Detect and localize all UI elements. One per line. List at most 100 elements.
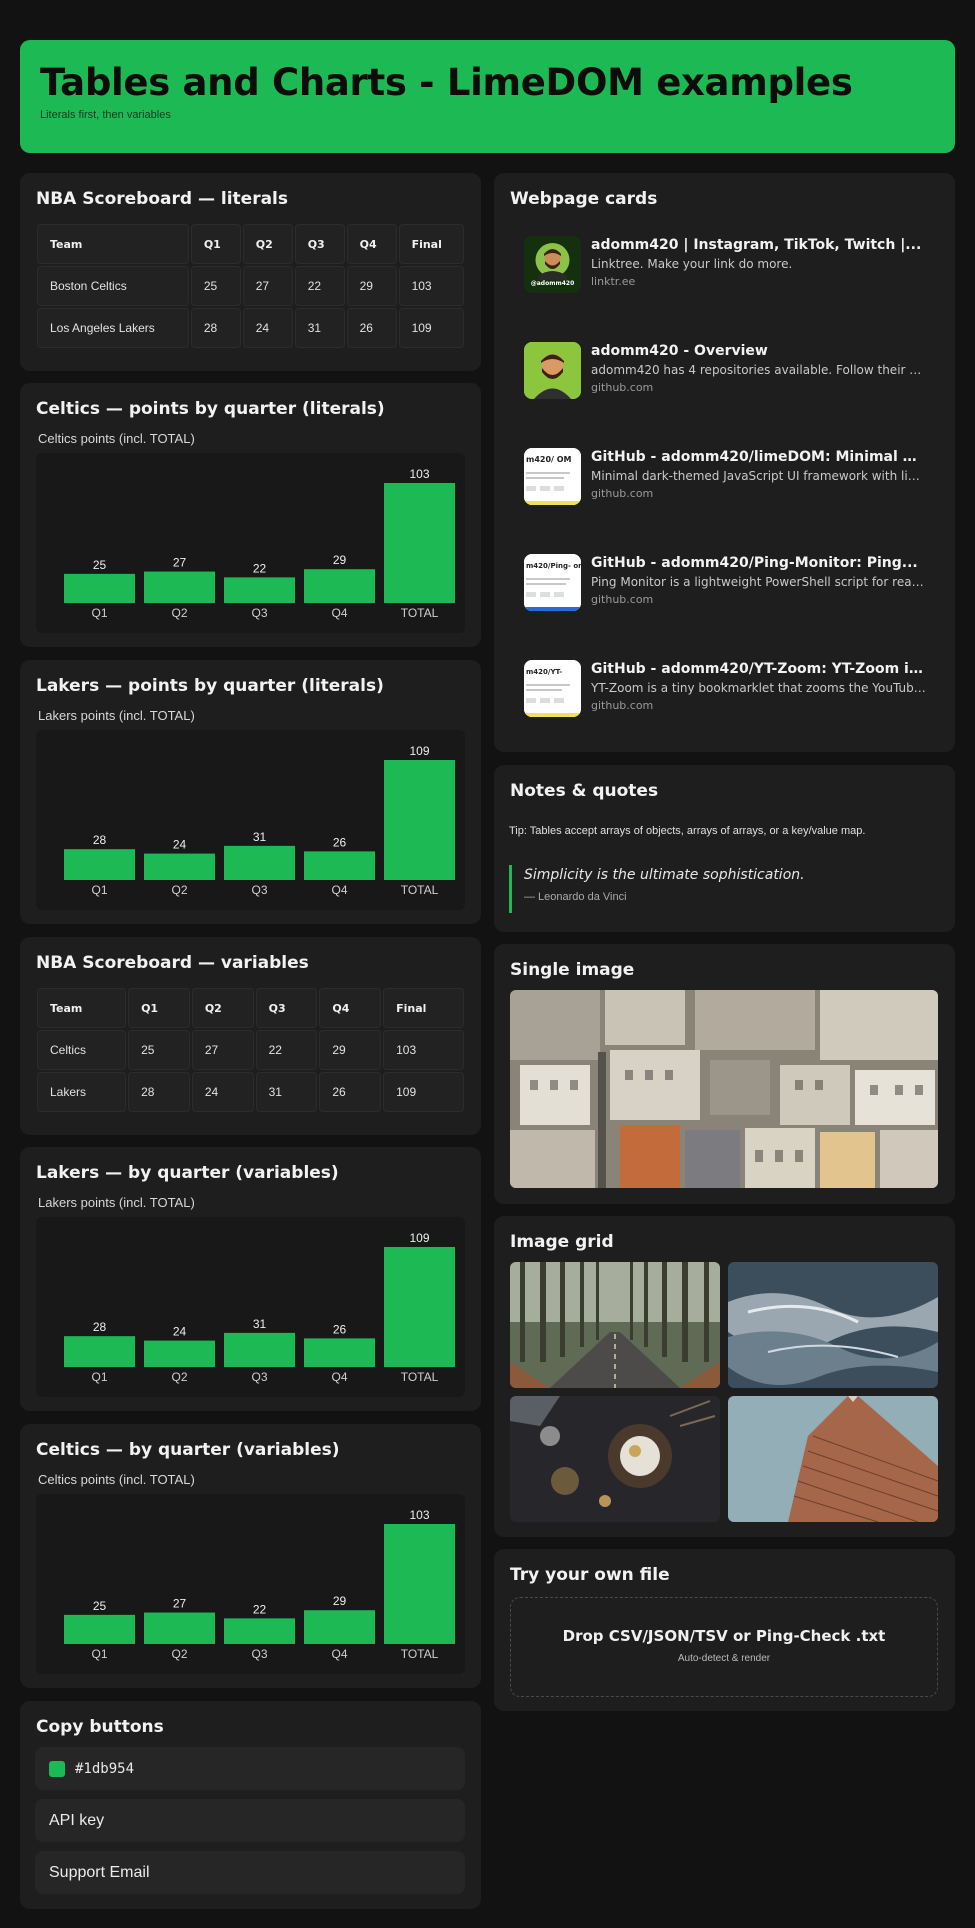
webpage-card-desc: adomm420 has 4 repositories available. F… [591,363,926,377]
webpage-card-domain: github.com [591,487,654,500]
file-dropzone[interactable]: Drop CSV/JSON/TSV or Ping-Check .txt Aut… [510,1597,938,1697]
table-cell: 109 [383,1072,464,1112]
table-cell: 27 [242,266,293,306]
table-cell: Celtics [37,1030,127,1070]
linktree-avatar-icon: @adomm420 [524,236,581,293]
card-title: NBA Scoreboard — literals [36,189,288,209]
chart-area: 28 Q1 24 Q2 31 Q3 26 Q4 109 TOTAL [36,1217,465,1397]
file-drop-card: Try your own file Drop CSV/JSON/TSV or P… [494,1549,955,1711]
column-header: Q3 [255,988,318,1028]
x-tick-label: Q2 [171,1370,187,1384]
card-title: Celtics — by quarter (variables) [36,1440,340,1460]
color-value: #1db954 [75,1760,135,1777]
repo-preview-icon: m420/Ping- or [524,554,581,611]
lakers-variables-chart-card: Lakers — by quarter (variables) Lakers p… [20,1147,481,1411]
page-title: Tables and Charts - LimeDOM examples [40,61,853,104]
bar-q1 [64,573,135,603]
ocean-wave-photo[interactable] [728,1262,938,1388]
x-tick-label: Q1 [91,883,107,897]
bar-value-label: 25 [93,558,107,572]
repo-preview-icon: m420/ OM [524,448,581,505]
celtics-variables-bar-chart: 25 Q1 27 Q2 22 Q3 29 Q4 103 TOTAL [64,1508,455,1661]
bar-value-label: 103 [409,1508,429,1522]
bar-q3 [224,577,295,603]
bar-value-label: 103 [409,467,429,481]
forest-road-photo[interactable] [510,1262,720,1388]
chart-subtitle: Lakers points (incl. TOTAL) [38,1195,195,1210]
support-email-label: Support Email [49,1863,150,1881]
food-table-photo[interactable] [510,1396,720,1522]
bar-total [384,1247,455,1367]
table-row: Lakers 28 24 31 26 109 [37,1072,464,1112]
card-title: Webpage cards [510,189,658,209]
table-cell: 31 [294,308,345,348]
bar-value-label: 26 [333,1322,347,1336]
city-rooftops-photo[interactable] [510,990,938,1188]
webpage-card-desc: Ping Monitor is a lightweight PowerShell… [591,575,926,589]
bar-q4 [304,851,375,880]
webpage-card-github-overview[interactable]: adomm420 - Overview adomm420 has 4 repos… [509,328,929,408]
repo-preview-icon: m420/YT- [524,660,581,717]
bar-value-label: 28 [93,833,107,847]
thumb-text: m420/YT- [526,668,562,676]
x-tick-label: Q3 [251,883,267,897]
column-header: Final [383,988,464,1028]
webpage-card-yt-zoom[interactable]: m420/YT- GitHub - adomm420/YT-Zoom: YT-Z… [509,646,929,726]
bar-q4 [304,1610,375,1644]
chart-area: 25 Q1 27 Q2 22 Q3 29 Q4 103 TOTAL [36,453,465,633]
x-tick-label: Q3 [251,1647,267,1661]
blockquote: Simplicity is the ultimate sophisticatio… [509,865,805,913]
table-cell: 26 [346,308,397,348]
webpage-cards-card: Webpage cards @adomm420 adomm420 | Insta… [494,173,955,752]
bar-q2 [144,853,215,880]
table-cell: 24 [191,1072,254,1112]
color-swatch-icon [49,1760,65,1777]
table-cell: 103 [383,1030,464,1070]
table-row: Celtics 25 27 22 29 103 [37,1030,464,1070]
copy-support-email-button[interactable]: Support Email [35,1851,465,1894]
x-tick-label: TOTAL [401,883,439,897]
scoreboard-literals-table: Team Q1 Q2 Q3 Q4 Final Boston Celtics 25 27 22 29 1… [35,222,466,350]
copy-color-button[interactable]: #1db954 [35,1747,465,1790]
celtics-literals-chart-card: Celtics — points by quarter (literals) C… [20,383,481,647]
chart-subtitle: Celtics points (incl. TOTAL) [38,431,195,446]
card-title: Notes & quotes [510,781,659,801]
webpage-card-limedom[interactable]: m420/ OM GitHub - adomm420/limeDOM: Mini… [509,434,929,514]
page-header: Tables and Charts - LimeDOM examples Lit… [20,40,955,153]
webpage-card-linktree[interactable]: @adomm420 adomm420 | Instagram, TikTok, … [509,222,929,302]
webpage-card-domain: linktr.ee [591,275,636,288]
bar-value-label: 26 [333,835,347,849]
webpage-card-title: GitHub - adomm420/YT-Zoom: YT-Zoom is ..… [591,661,926,677]
column-header: Q3 [294,224,345,264]
x-tick-label: Q4 [331,1647,347,1661]
table-cell: 29 [319,1030,382,1070]
bar-total [384,1524,455,1644]
bar-value-label: 27 [173,556,187,570]
webpage-card-ping-monitor[interactable]: m420/Ping- or GitHub - adomm420/Ping-Mon… [509,540,929,620]
card-title: Copy buttons [36,1717,164,1737]
table-row: Boston Celtics 25 27 22 29 103 [37,266,464,306]
bar-q2 [144,1612,215,1644]
chart-area: 28 Q1 24 Q2 31 Q3 26 Q4 109 TOTAL [36,730,465,910]
thumb-text: m420/Ping- or [526,562,581,570]
webpage-card-domain: github.com [591,381,654,394]
notes-quotes-card: Notes & quotes Tip: Tables accept arrays… [494,765,955,932]
copy-buttons-card: Copy buttons #1db954 API key Support Ema… [20,1701,481,1909]
table-header-row: Team Q1 Q2 Q3 Q4 Final [37,224,464,264]
flatiron-building-photo[interactable] [728,1396,938,1522]
x-tick-label: Q4 [331,606,347,620]
column-header: Team [37,224,189,264]
copy-api-key-button[interactable]: API key [35,1799,465,1842]
webpage-card-desc: YT-Zoom is a tiny bookmarklet that zooms… [591,681,926,695]
card-title: Celtics — points by quarter (literals) [36,399,385,419]
table-cell: Lakers [37,1072,127,1112]
table-cell: Los Angeles Lakers [37,308,189,348]
lakers-variables-bar-chart: 28 Q1 24 Q2 31 Q3 26 Q4 109 TOTAL [64,1231,455,1384]
webpage-card-title: GitHub - adomm420/Ping-Monitor: Ping... [591,555,918,571]
chart-subtitle: Celtics points (incl. TOTAL) [38,1472,195,1487]
bar-q3 [224,1332,295,1367]
bar-q4 [304,1338,375,1367]
bar-total [384,483,455,603]
table-cell: 28 [190,308,241,348]
x-tick-label: TOTAL [401,606,439,620]
